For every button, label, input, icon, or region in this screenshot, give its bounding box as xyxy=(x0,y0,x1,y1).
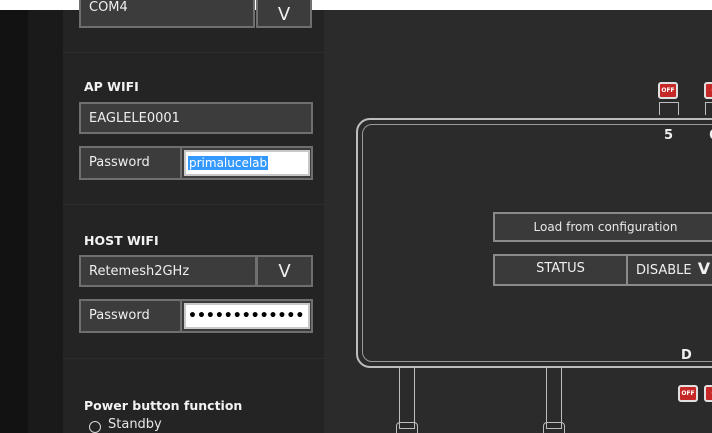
left-rail xyxy=(0,10,28,433)
com-port-value: COM4 xyxy=(89,0,128,15)
ap-password-text: primalucelab xyxy=(188,156,269,170)
badge-label: OFF xyxy=(681,390,695,397)
power-button-heading: Power button function xyxy=(84,398,243,413)
chevron-down-icon: V xyxy=(278,261,291,282)
divider xyxy=(180,301,182,331)
ap-password-label: Password xyxy=(89,155,150,170)
port-6-badge[interactable]: O xyxy=(704,82,712,99)
com-port-select[interactable]: COM4 xyxy=(79,0,255,28)
ap-ssid-field[interactable]: EAGLELE0001 xyxy=(79,102,313,134)
divider xyxy=(63,204,324,205)
ap-wifi-heading: AP WIFI xyxy=(84,79,139,94)
host-network-value: Retemesh2GHz xyxy=(89,264,190,279)
device-foot-cap xyxy=(396,422,418,433)
host-network-dropdown-button[interactable]: V xyxy=(256,255,313,287)
chevron-down-icon: V xyxy=(277,4,291,25)
bottom-badge-2[interactable]: O xyxy=(704,385,712,402)
load-from-configuration-button[interactable]: Load from configuration xyxy=(493,212,712,242)
ap-password-input[interactable]: primalucelab xyxy=(184,150,310,176)
divider xyxy=(63,52,324,53)
device-foot-cap xyxy=(543,422,565,433)
device-foot-left xyxy=(399,368,415,429)
connector-outline xyxy=(705,102,712,115)
com-port-dropdown-button[interactable]: V xyxy=(256,0,312,28)
standby-radio[interactable] xyxy=(89,421,101,433)
device-canvas: OFF O 5 6 Load from configuration STATUS… xyxy=(324,10,712,433)
host-password-masked: ••••••••••••• xyxy=(188,308,305,324)
connector-outline xyxy=(659,102,679,115)
port-5-off-badge[interactable]: OFF xyxy=(658,82,678,99)
badge-label: OFF xyxy=(661,87,675,94)
settings-panel xyxy=(63,10,324,433)
host-password-input[interactable]: ••••••••••••• xyxy=(184,303,310,329)
status-value: DISABLE xyxy=(636,263,692,278)
host-password-label: Password xyxy=(89,308,150,323)
host-wifi-heading: HOST WIFI xyxy=(84,233,159,248)
bottom-port-label: D xyxy=(681,348,692,363)
divider xyxy=(180,148,182,178)
status-select[interactable]: DISABLE V xyxy=(626,254,712,286)
status-label: STATUS xyxy=(536,261,585,276)
nav-gutter xyxy=(28,10,64,433)
device-foot-right xyxy=(546,368,562,429)
standby-label: Standby xyxy=(108,417,162,432)
ap-ssid-value: EAGLELE0001 xyxy=(89,111,180,126)
load-button-label: Load from configuration xyxy=(533,220,678,234)
chevron-down-icon: V xyxy=(697,259,711,278)
device-body-inner xyxy=(362,124,712,362)
port-number-5: 5 xyxy=(664,128,674,143)
divider xyxy=(63,358,324,359)
bottom-off-badge[interactable]: OFF xyxy=(678,385,698,402)
host-network-select[interactable]: Retemesh2GHz xyxy=(79,255,257,287)
status-label-cell: STATUS xyxy=(493,254,628,286)
